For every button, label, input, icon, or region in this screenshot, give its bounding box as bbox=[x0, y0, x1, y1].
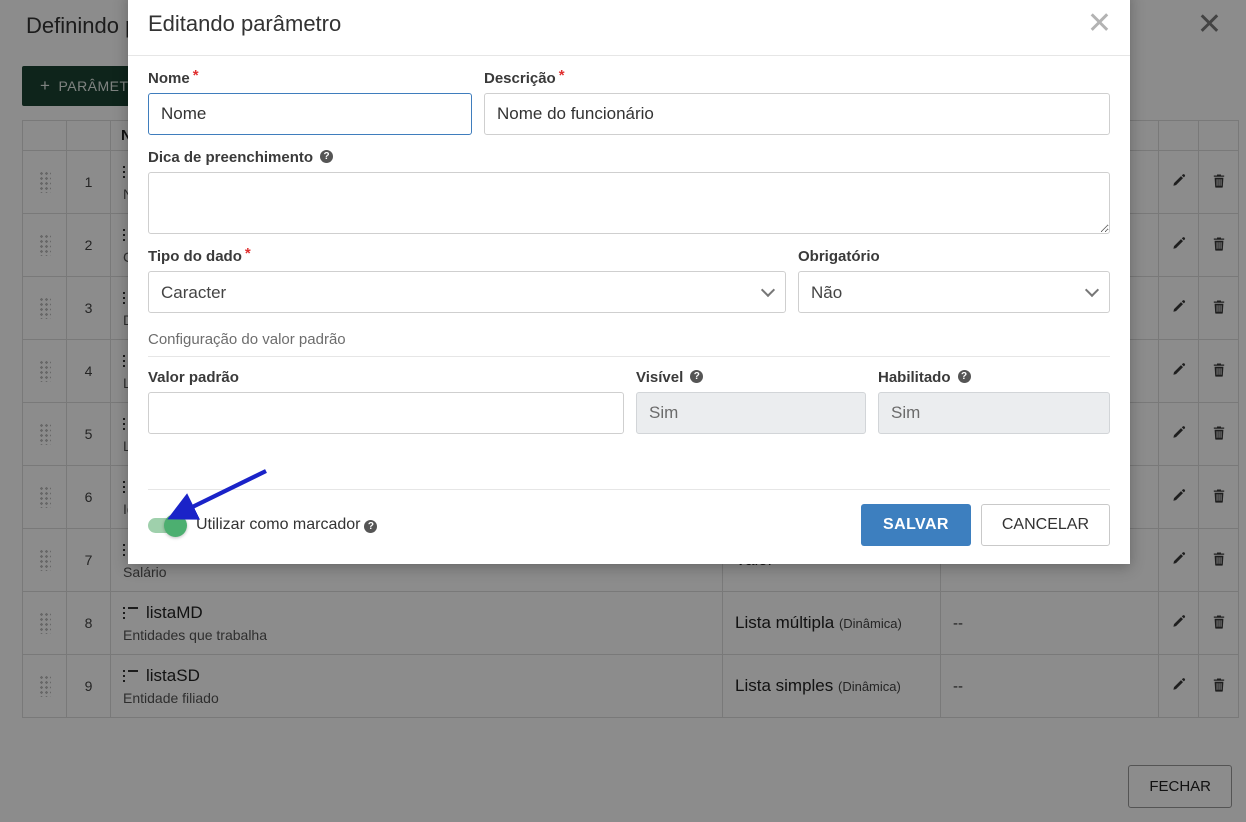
valor-padrao-input[interactable] bbox=[148, 392, 624, 434]
page-left-margin-scrim bbox=[0, 0, 8, 822]
marker-toggle-label-wrap: Utilizar como marcador ? bbox=[196, 516, 378, 534]
valor-padrao-label-wrap: Valor padrão bbox=[148, 369, 624, 386]
visivel-label: Visível bbox=[636, 369, 684, 386]
row-valor-visivel-habilitado: Valor padrão Visível ? Habilitado ? bbox=[148, 369, 1110, 434]
page-left-margin bbox=[0, 0, 8, 822]
obrigatorio-label-wrap: Obrigatório bbox=[798, 248, 1110, 265]
required-asterisk: * bbox=[192, 67, 199, 84]
tipo-dado-label-wrap: Tipo do dado * bbox=[148, 245, 786, 265]
cancelar-button[interactable]: CANCELAR bbox=[980, 504, 1110, 546]
utilizar-como-marcador-toggle[interactable] bbox=[148, 513, 187, 537]
dica-label-wrap: Dica de preenchimento ? bbox=[148, 149, 1110, 166]
tipo-dado-select[interactable]: Caracter bbox=[148, 271, 786, 313]
field-visivel: Visível ? bbox=[636, 369, 866, 434]
help-icon[interactable]: ? bbox=[364, 519, 378, 533]
marker-toggle-group: Utilizar como marcador ? bbox=[148, 513, 378, 537]
dialog-header: Editando parâmetro ✕ bbox=[128, 0, 1130, 56]
descricao-label: Descrição bbox=[484, 70, 556, 87]
dialog-body: Nome * Descrição * Dica de preenchimento… bbox=[128, 56, 1130, 489]
field-valor-padrao: Valor padrão bbox=[148, 369, 624, 434]
help-icon[interactable]: ? bbox=[320, 150, 334, 163]
habilitado-label-wrap: Habilitado ? bbox=[878, 369, 1110, 386]
help-icon[interactable]: ? bbox=[957, 370, 971, 383]
obrigatorio-select-wrap: Não bbox=[798, 271, 1110, 313]
obrigatorio-select[interactable]: Não bbox=[798, 271, 1110, 313]
nome-label: Nome bbox=[148, 70, 190, 87]
help-icon[interactable]: ? bbox=[690, 370, 704, 383]
required-asterisk: * bbox=[244, 245, 251, 262]
default-value-section-heading: Configuração do valor padrão bbox=[148, 331, 1110, 357]
field-obrigatorio: Obrigatório Não bbox=[798, 248, 1110, 313]
dialog-action-buttons: SALVAR CANCELAR bbox=[861, 504, 1110, 546]
nome-label-wrap: Nome * bbox=[148, 67, 472, 87]
visivel-input bbox=[636, 392, 866, 434]
dialog-close-icon[interactable]: ✕ bbox=[1087, 8, 1112, 38]
marker-toggle-label: Utilizar como marcador bbox=[196, 516, 361, 533]
row-tipo-obrigatorio: Tipo do dado * Caracter Obrigatório Não bbox=[148, 245, 1110, 313]
field-habilitado: Habilitado ? bbox=[878, 369, 1110, 434]
field-dica: Dica de preenchimento ? bbox=[148, 149, 1110, 234]
tipo-dado-label: Tipo do dado bbox=[148, 248, 242, 265]
obrigatorio-label: Obrigatório bbox=[798, 248, 880, 265]
dialog-title: Editando parâmetro bbox=[148, 10, 342, 36]
descricao-input[interactable] bbox=[484, 93, 1110, 135]
salvar-button[interactable]: SALVAR bbox=[861, 504, 971, 546]
field-tipo-dado: Tipo do dado * Caracter bbox=[148, 245, 786, 313]
toggle-knob bbox=[164, 513, 187, 537]
edit-parameter-dialog: Editando parâmetro ✕ Nome * Descrição * bbox=[128, 0, 1130, 564]
habilitado-input bbox=[878, 392, 1110, 434]
row-nome-descricao: Nome * Descrição * bbox=[148, 67, 1110, 135]
habilitado-label: Habilitado bbox=[878, 369, 951, 386]
visivel-label-wrap: Visível ? bbox=[636, 369, 866, 386]
dialog-footer: Utilizar como marcador ? SALVAR CANCELAR bbox=[148, 489, 1110, 564]
descricao-label-wrap: Descrição * bbox=[484, 67, 1110, 87]
field-descricao: Descrição * bbox=[484, 67, 1110, 135]
nome-input[interactable] bbox=[148, 93, 472, 135]
required-asterisk: * bbox=[558, 67, 565, 84]
tipo-dado-select-wrap: Caracter bbox=[148, 271, 786, 313]
dica-label: Dica de preenchimento bbox=[148, 149, 314, 166]
valor-padrao-label: Valor padrão bbox=[148, 369, 239, 386]
field-nome: Nome * bbox=[148, 67, 472, 135]
dica-textarea[interactable] bbox=[148, 172, 1110, 234]
